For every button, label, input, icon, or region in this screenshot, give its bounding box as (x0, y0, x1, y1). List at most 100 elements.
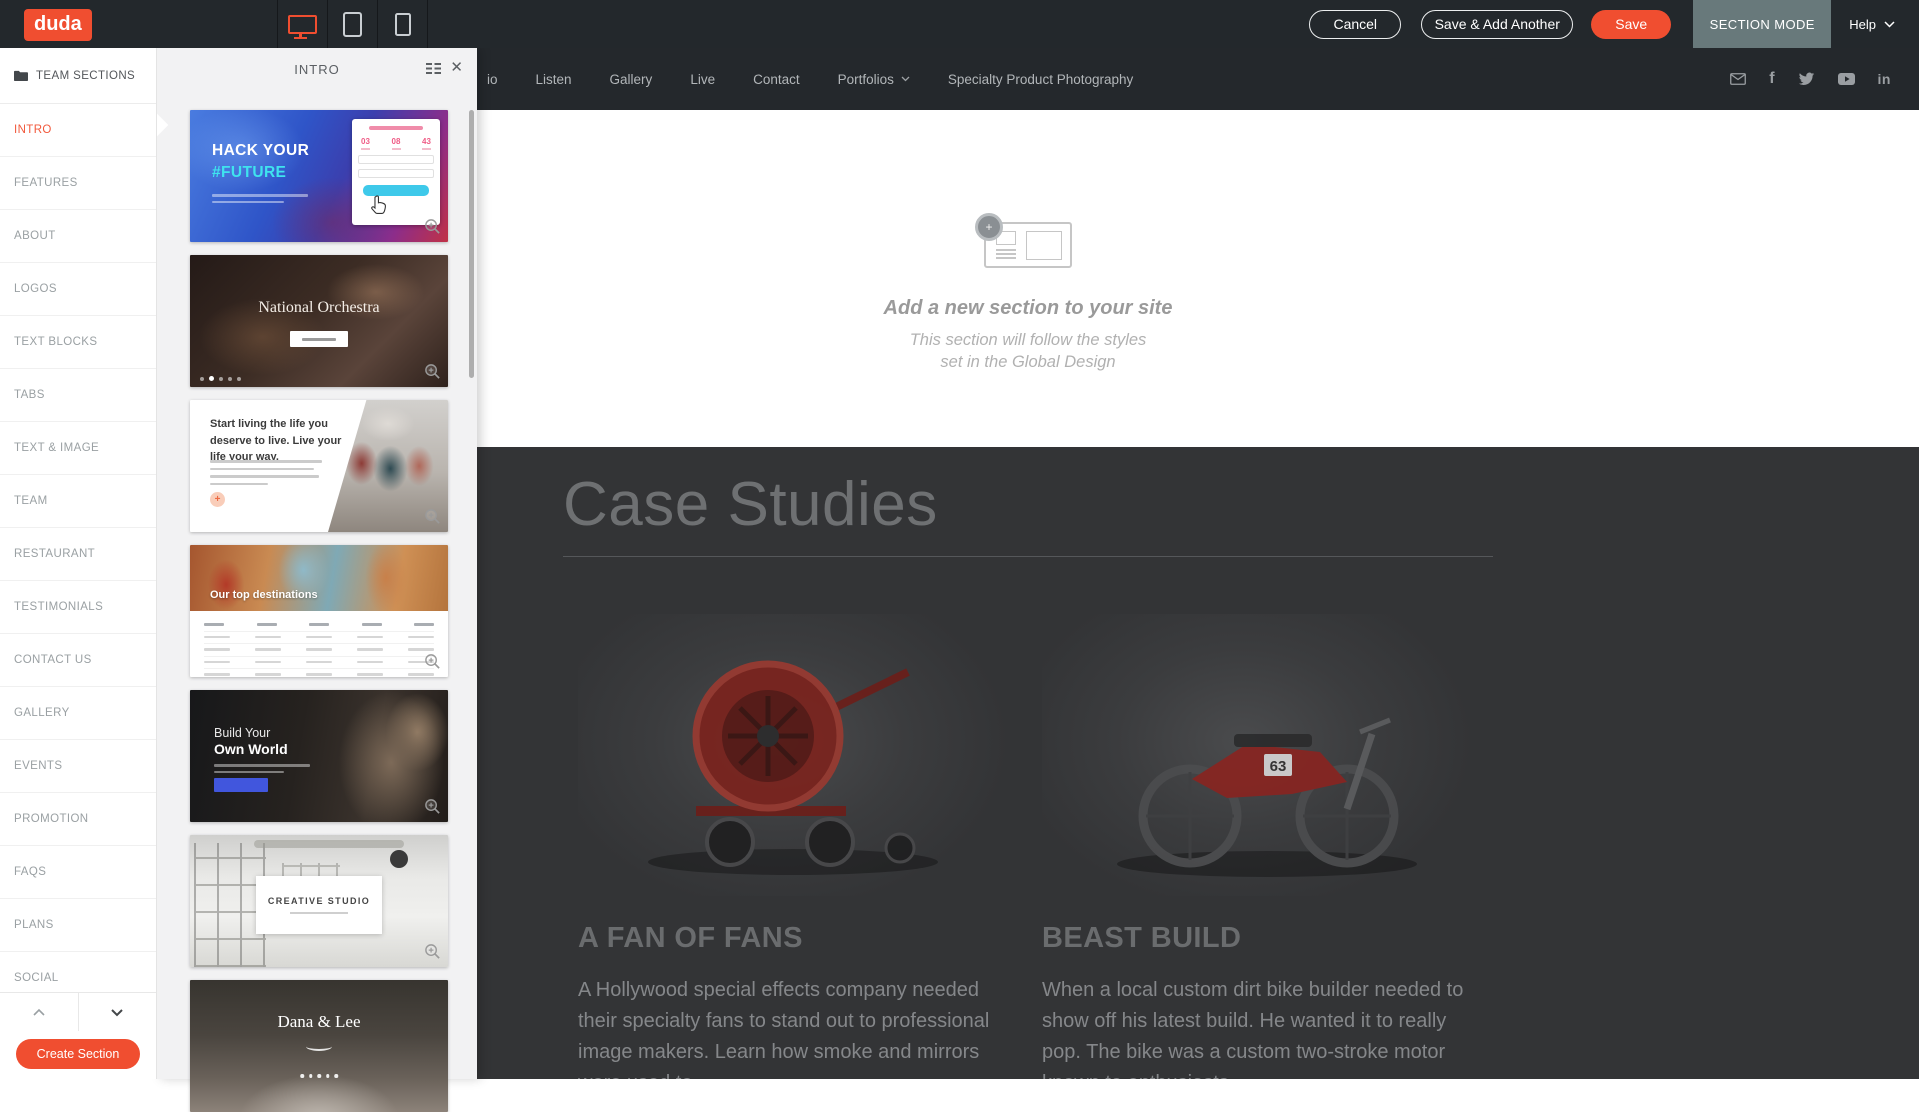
template-thumb-national-orchestra[interactable]: National Orchestra (190, 255, 448, 387)
zoom-preview-icon[interactable] (424, 508, 441, 525)
sidebar-item-events[interactable]: EVENTS (0, 740, 156, 793)
text-placeholder-line (210, 483, 268, 486)
sidebar-item-faqs[interactable]: FAQS (0, 846, 156, 899)
sidebar-item-tabs[interactable]: TABS (0, 369, 156, 422)
site-nav-item-gallery[interactable]: Gallery (610, 72, 653, 87)
button-placeholder (290, 331, 348, 347)
zoom-preview-icon[interactable] (424, 943, 441, 960)
scroll-up-button[interactable] (0, 993, 79, 1031)
template-thumb-start-living[interactable]: Start living the life you deserve to liv… (190, 400, 448, 532)
text-placeholder-line (408, 648, 434, 651)
site-nav-item-specialty[interactable]: Specialty Product Photography (948, 72, 1133, 87)
panel-scrollbar-thumb[interactable] (469, 110, 474, 378)
sections-sidebar: TEAM SECTIONS INTRO FEATURES ABOUT LOGOS… (0, 48, 157, 1079)
site-nav-item[interactable]: io (487, 72, 498, 87)
template-thumb-creative-studio[interactable]: CREATIVE STUDIO (190, 835, 448, 967)
help-menu[interactable]: Help (1849, 17, 1876, 32)
template-thumb-hack-your-future[interactable]: HACK YOUR #FUTURE 03 08 43 (190, 110, 448, 242)
zoom-preview-icon[interactable] (424, 653, 441, 670)
text-placeholder (212, 194, 308, 207)
thumb-title-accent: #FUTURE (212, 164, 286, 182)
mobile-icon (395, 13, 411, 36)
section-heading: Case Studies (563, 469, 1493, 540)
sidebar-item-contact-us[interactable]: CONTACT US (0, 634, 156, 687)
countdown-value: 03 (361, 137, 370, 146)
text-placeholder-line (214, 764, 310, 767)
chevron-down-icon[interactable] (1884, 21, 1895, 28)
template-thumb-dana-and-lee[interactable]: Dana & Lee (190, 980, 448, 1112)
tablet-view-button[interactable] (327, 0, 377, 48)
add-section-button[interactable]: + Add a new section to your site This se… (563, 110, 1493, 447)
template-thumb-build-your-own-world[interactable]: Build Your Own World (190, 690, 448, 822)
thumb-title: Build Your (214, 726, 270, 740)
text-placeholder-line (408, 673, 434, 676)
thumb-title: CREATIVE STUDIO (268, 896, 370, 906)
carousel-dots (300, 1074, 338, 1078)
text-placeholder-line (357, 661, 383, 664)
heading-divider (563, 556, 1493, 557)
linkedin-icon[interactable]: in (1878, 71, 1891, 87)
sidebar-item-team[interactable]: TEAM (0, 475, 156, 528)
zoom-preview-icon[interactable] (424, 798, 441, 815)
text-placeholder-line (414, 623, 434, 626)
table-row (204, 657, 434, 670)
site-nav-item-portfolios[interactable]: Portfolios (838, 72, 910, 87)
sidebar-item-gallery[interactable]: GALLERY (0, 687, 156, 740)
create-section-button[interactable]: Create Section (16, 1039, 140, 1069)
close-icon[interactable]: ✕ (450, 60, 464, 75)
text-placeholder-line (255, 636, 281, 639)
fan-photo-placeholder (578, 614, 1014, 896)
countdown-value: 08 (392, 137, 401, 146)
email-icon[interactable] (1730, 73, 1746, 85)
twitter-icon[interactable] (1798, 72, 1815, 86)
table-row (204, 632, 434, 645)
table-row (204, 669, 434, 677)
case-study-body: When a local custom dirt bike builder ne… (1042, 975, 1474, 1079)
thumb-title: HACK YOUR (212, 142, 309, 160)
text-placeholder-line (306, 648, 332, 651)
sidebar-item-restaurant[interactable]: RESTAURANT (0, 528, 156, 581)
sidebar-item-features[interactable]: FEATURES (0, 157, 156, 210)
sidebar-item-testimonials[interactable]: TESTIMONIALS (0, 581, 156, 634)
layout-grid-icon[interactable] (426, 63, 441, 76)
sidebar-item-about[interactable]: ABOUT (0, 210, 156, 263)
zoom-preview-icon[interactable] (424, 218, 441, 235)
mobile-view-button[interactable] (377, 0, 428, 48)
ceiling-beam-placeholder (254, 840, 404, 848)
cancel-button[interactable]: Cancel (1309, 10, 1401, 39)
text-placeholder-line (290, 912, 348, 915)
desktop-icon (288, 15, 317, 34)
duda-logo[interactable]: duda (24, 9, 92, 41)
sidebar-item-promotion[interactable]: PROMOTION (0, 793, 156, 846)
studio-card: CREATIVE STUDIO (256, 876, 382, 934)
destinations-table (204, 619, 434, 677)
save-add-another-button[interactable]: Save & Add Another (1421, 10, 1573, 39)
facebook-icon[interactable]: f (1769, 70, 1774, 88)
add-section-zone: + Add a new section to your site This se… (477, 110, 1919, 447)
text-placeholder-line (357, 636, 383, 639)
top-bar-actions: Cancel Save & Add Another Save SECTION M… (1309, 0, 1919, 48)
bike-number-plate: 63 (1270, 758, 1287, 775)
sidebar-item-logos[interactable]: LOGOS (0, 263, 156, 316)
save-button[interactable]: Save (1591, 10, 1671, 39)
text-placeholder-line (214, 771, 284, 774)
text-placeholder-line (204, 673, 230, 676)
sidebar-header: TEAM SECTIONS (0, 48, 156, 104)
site-nav-item-contact[interactable]: Contact (753, 72, 800, 87)
site-nav-item-listen[interactable]: Listen (536, 72, 572, 87)
template-thumb-top-destinations[interactable]: Our top destinations (190, 545, 448, 677)
desktop-view-button[interactable] (277, 0, 327, 48)
scroll-down-button[interactable] (79, 993, 157, 1031)
sidebar-item-text-blocks[interactable]: TEXT BLOCKS (0, 316, 156, 369)
text-placeholder-line (357, 648, 383, 651)
text-placeholder-line (255, 661, 281, 664)
site-nav-item-live[interactable]: Live (690, 72, 715, 87)
sidebar-item-intro[interactable]: INTRO (0, 104, 156, 157)
thumb-title-bold: Own World (214, 741, 288, 757)
sidebar-item-plans[interactable]: PLANS (0, 899, 156, 952)
site-nav-item-label: Portfolios (838, 72, 894, 87)
case-studies-section: Case Studies (477, 447, 1919, 1079)
sidebar-item-text-image[interactable]: TEXT & IMAGE (0, 422, 156, 475)
zoom-preview-icon[interactable] (424, 363, 441, 380)
youtube-icon[interactable] (1838, 73, 1855, 85)
